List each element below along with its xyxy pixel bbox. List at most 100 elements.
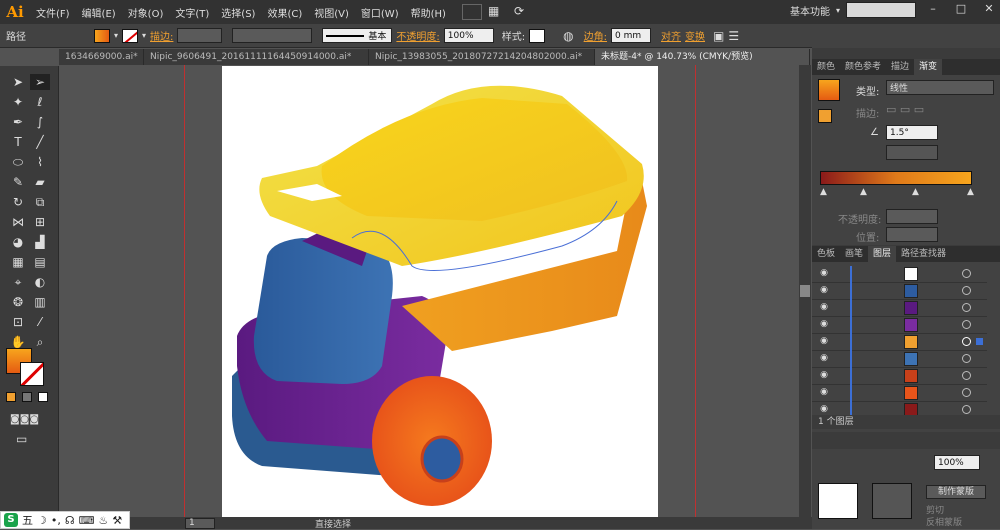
skin-icon[interactable]: ♨: [99, 514, 109, 527]
color-mode-icon[interactable]: [6, 392, 16, 402]
target-icon[interactable]: [962, 269, 971, 278]
arrange-icon[interactable]: ▦: [488, 4, 508, 20]
corner-label[interactable]: 边角:: [584, 28, 607, 43]
sync-icon[interactable]: ⟳: [514, 4, 534, 20]
panel-menu-icon[interactable]: ☰: [728, 29, 739, 43]
artboard-tool-icon[interactable]: ⊡: [8, 314, 28, 330]
opacity-field[interactable]: 100%: [443, 28, 494, 43]
artboard-nav-field[interactable]: 1: [185, 517, 215, 529]
type-tool-icon[interactable]: T: [8, 134, 28, 150]
target-icon[interactable]: [962, 388, 971, 397]
stroke-swatch[interactable]: [122, 28, 139, 43]
mesh-tool-icon[interactable]: ▦: [8, 254, 28, 270]
rotate-icon[interactable]: ↻: [8, 194, 28, 210]
selection-tool-icon[interactable]: ➤: [8, 74, 28, 90]
tab-color-guide[interactable]: 颜色参考: [840, 59, 886, 75]
gradient-position-field[interactable]: [886, 227, 938, 242]
target-icon[interactable]: [962, 371, 971, 380]
gradient-opacity-field[interactable]: [886, 209, 938, 224]
layer-row[interactable]: ◉: [812, 266, 987, 283]
menu-help[interactable]: 帮助(H): [405, 5, 452, 20]
curvature-tool-icon[interactable]: ∫: [30, 114, 50, 130]
graphic-style-swatch[interactable]: [529, 28, 546, 43]
menu-effect[interactable]: 效果(C): [261, 5, 308, 20]
layer-row[interactable]: ◉: [812, 385, 987, 402]
gradient-tool-icon[interactable]: ▤: [30, 254, 50, 270]
tab-doc-2[interactable]: Nipic_9606491_20161111164450914000.ai*: [144, 49, 369, 65]
none-mode-icon[interactable]: [38, 392, 48, 402]
gradient-type-dropdown[interactable]: 线性: [886, 80, 994, 95]
chevron-down-icon[interactable]: ▾: [142, 31, 146, 40]
eye-icon[interactable]: ◉: [818, 302, 830, 314]
magic-wand-icon[interactable]: ✦: [8, 94, 28, 110]
stroke-weight-dropdown[interactable]: [177, 28, 223, 43]
opacity-label[interactable]: 不透明度:: [396, 28, 439, 43]
recolor-icon[interactable]: ◍: [563, 29, 573, 43]
mask-thumbnail[interactable]: [818, 483, 858, 519]
symbol-sprayer-icon[interactable]: ❂: [8, 294, 28, 310]
tab-gradient[interactable]: 渐变: [914, 59, 943, 75]
draw-mode-icon[interactable]: ◙◙◙: [10, 414, 40, 426]
minimize-icon[interactable]: –: [922, 2, 944, 18]
target-icon[interactable]: [962, 303, 971, 312]
transparency-opacity-field[interactable]: 100%: [934, 455, 980, 470]
tab-color[interactable]: 颜色: [812, 59, 840, 75]
eye-icon[interactable]: ◉: [818, 353, 830, 365]
artboard[interactable]: [222, 66, 658, 517]
search-input[interactable]: [846, 2, 916, 18]
scale-icon[interactable]: ⧉: [30, 194, 50, 210]
layer-row[interactable]: ◉: [812, 317, 987, 334]
menu-edit[interactable]: 编辑(E): [76, 5, 122, 20]
eye-icon[interactable]: ◉: [818, 285, 830, 297]
tab-doc-3[interactable]: Nipic_13983055_20180727214204802000.ai*: [369, 49, 595, 65]
pen-tool-icon[interactable]: ✒: [8, 114, 28, 130]
target-icon[interactable]: [962, 405, 971, 414]
gradient-slider[interactable]: [820, 171, 972, 185]
target-icon[interactable]: [962, 337, 971, 346]
paintbrush-icon[interactable]: ⌇: [30, 154, 50, 170]
tab-doc-1[interactable]: 1634669000.ai*: [59, 49, 144, 65]
layer-row[interactable]: ◉: [812, 368, 987, 385]
gradient-mode-icon[interactable]: [22, 392, 32, 402]
tab-doc-active[interactable]: 未标题-4* @ 140.73% (CMYK/预览): [595, 49, 810, 65]
isolate-icon[interactable]: ▣: [713, 29, 724, 43]
layer-row[interactable]: ◉: [812, 283, 987, 300]
target-icon[interactable]: [962, 354, 971, 363]
stroke-gradient-buttons[interactable]: ▭ ▭ ▭: [886, 103, 936, 117]
shape-builder-icon[interactable]: ◕: [8, 234, 28, 250]
menu-object[interactable]: 对象(O): [122, 5, 170, 20]
screen-mode-icon[interactable]: ▭: [16, 432, 36, 446]
free-transform-icon[interactable]: ⊞: [30, 214, 50, 230]
angle-field[interactable]: 1.5°: [886, 125, 938, 140]
eye-icon[interactable]: ◉: [818, 370, 830, 382]
vertical-scrollbar[interactable]: [799, 65, 811, 517]
ime-mode-label[interactable]: 五: [22, 512, 33, 528]
corner-field[interactable]: 0 mm: [611, 28, 652, 43]
tab-pathfinder[interactable]: 路径查找器: [896, 246, 951, 262]
fill-indicator[interactable]: [818, 109, 832, 123]
graph-tool-icon[interactable]: ▥: [30, 294, 50, 310]
eye-icon[interactable]: ◉: [818, 336, 830, 348]
make-mask-button[interactable]: 制作蒙版: [926, 485, 986, 499]
slice-tool-icon[interactable]: ⁄: [30, 314, 50, 330]
ellipse-tool-icon[interactable]: ⬭: [8, 154, 28, 170]
chevron-down-icon[interactable]: ▾: [114, 31, 118, 40]
menu-file[interactable]: 文件(F): [30, 5, 76, 20]
stroke-label[interactable]: 描边:: [150, 28, 173, 43]
menu-type[interactable]: 文字(T): [169, 5, 215, 20]
stroke-color-swatch[interactable]: [20, 362, 44, 386]
eye-icon[interactable]: ◉: [818, 387, 830, 399]
eyedropper-icon[interactable]: ⌖: [8, 274, 28, 290]
width-tool-icon[interactable]: ⋈: [8, 214, 28, 230]
blend-tool-icon[interactable]: ◐: [30, 274, 50, 290]
layer-row[interactable]: ◉: [812, 334, 987, 351]
pencil-icon[interactable]: ✎: [8, 174, 28, 190]
truck-artwork[interactable]: [222, 66, 658, 517]
target-icon[interactable]: [962, 286, 971, 295]
menu-select[interactable]: 选择(S): [215, 5, 261, 20]
lasso-icon[interactable]: ℓ: [30, 94, 50, 110]
variable-width-dropdown[interactable]: [232, 28, 313, 43]
aspect-ratio-field[interactable]: [886, 145, 938, 160]
tab-brushes[interactable]: 画笔: [840, 246, 868, 262]
zoom-tool-icon[interactable]: ⌕: [30, 334, 50, 350]
